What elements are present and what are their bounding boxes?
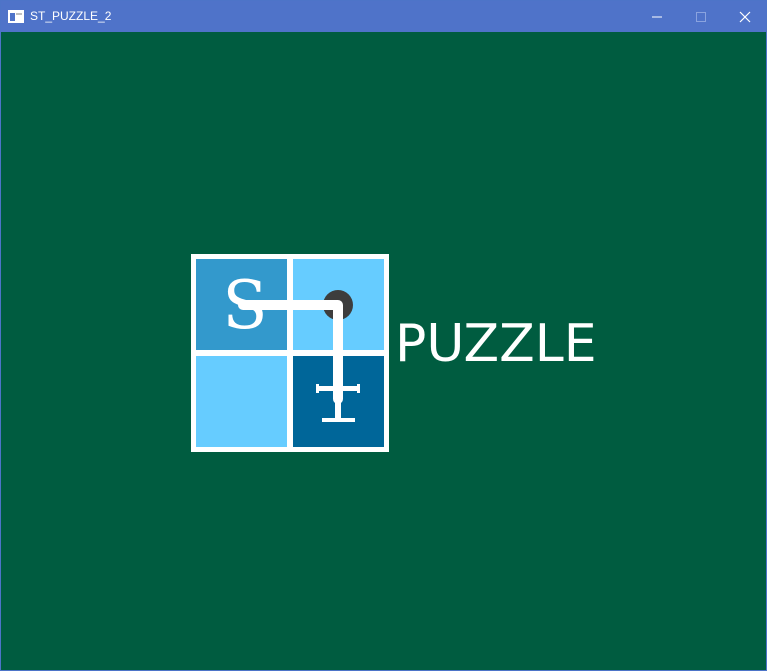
title-bar[interactable]: ST_PUZZLE_2 bbox=[1, 1, 766, 32]
st-puzzle-logo: S bbox=[191, 254, 389, 452]
minimize-button[interactable] bbox=[634, 1, 680, 32]
minimize-icon bbox=[652, 16, 662, 18]
puzzle-title: PUZZLE bbox=[395, 314, 597, 374]
game-canvas[interactable]: S PUZZLE bbox=[1, 32, 766, 670]
logo-letter-t-stem bbox=[335, 391, 341, 421]
maximize-icon bbox=[696, 12, 706, 22]
logo-letter-t-bar bbox=[317, 386, 359, 391]
close-icon bbox=[739, 11, 751, 23]
tile-bottom-left bbox=[196, 356, 287, 447]
close-button[interactable] bbox=[722, 1, 767, 32]
maximize-button[interactable] bbox=[678, 1, 724, 32]
app-window-icon bbox=[8, 10, 24, 23]
window-title: ST_PUZZLE_2 bbox=[30, 9, 112, 23]
app-window: ST_PUZZLE_2 S PUZZLE bbox=[0, 0, 767, 671]
logo-letter-t-foot bbox=[322, 418, 355, 422]
